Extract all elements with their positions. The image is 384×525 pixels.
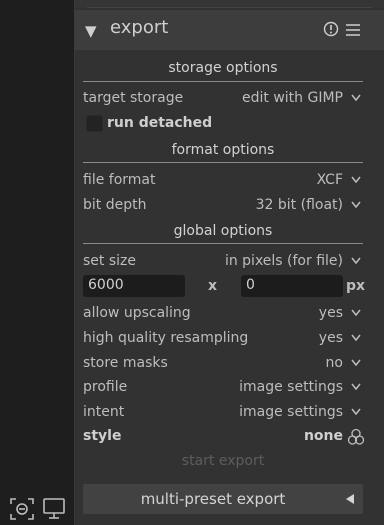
chevron-down-icon xyxy=(351,201,361,209)
height-input[interactable]: 0 xyxy=(241,275,343,297)
triangle-left-icon xyxy=(346,494,354,504)
chevron-down-icon xyxy=(351,94,361,102)
width-value: 6000 xyxy=(88,277,124,293)
divider xyxy=(87,7,372,8)
store-masks-dropdown[interactable]: store masks no xyxy=(83,353,363,375)
chevron-down-icon xyxy=(351,408,361,416)
allow-upscaling-dropdown[interactable]: allow upscaling yes xyxy=(83,303,363,325)
previous-module-edge xyxy=(75,0,384,8)
high-quality-resampling-value: yes xyxy=(318,330,343,346)
set-size-label: set size xyxy=(83,253,136,269)
profile-label: profile xyxy=(83,379,128,395)
bit-depth-label: bit depth xyxy=(83,197,147,213)
set-size-value: in pixels (for file) xyxy=(224,253,343,269)
target-storage-dropdown[interactable]: target storage edit with GIMP xyxy=(83,88,363,110)
style-selector[interactable]: style none xyxy=(83,426,365,448)
intent-dropdown[interactable]: intent image settings xyxy=(83,402,363,424)
chevron-down-icon xyxy=(351,359,361,367)
export-module: ▼ export storage options target storage … xyxy=(75,10,384,525)
focus-peaking-icon[interactable] xyxy=(9,497,35,521)
height-value: 0 xyxy=(246,277,255,293)
size-separator: x xyxy=(208,278,218,294)
styles-icon[interactable] xyxy=(347,428,365,446)
profile-value: image settings xyxy=(239,379,343,395)
chevron-down-icon xyxy=(351,383,361,391)
unit-label: px xyxy=(346,278,366,294)
high-quality-resampling-dropdown[interactable]: high quality resampling yes xyxy=(83,328,363,350)
target-storage-value: edit with GIMP xyxy=(242,90,343,106)
high-quality-resampling-label: high quality resampling xyxy=(83,330,249,346)
style-value: none xyxy=(303,428,343,444)
module-title: export xyxy=(110,17,169,38)
collapse-triangle-icon[interactable]: ▼ xyxy=(85,22,97,40)
run-detached-label: run detached xyxy=(107,115,213,131)
chevron-down-icon xyxy=(351,309,361,317)
multi-preset-export-label: multi-preset export xyxy=(140,490,286,508)
module-header[interactable]: ▼ export xyxy=(75,10,384,50)
bottom-toolbar xyxy=(0,493,75,525)
divider xyxy=(83,243,363,244)
run-detached-checkbox[interactable] xyxy=(86,115,103,132)
allow-upscaling-label: allow upscaling xyxy=(83,305,191,321)
display-icon[interactable] xyxy=(41,497,67,521)
bit-depth-dropdown[interactable]: bit depth 32 bit (float) xyxy=(83,195,363,217)
chevron-down-icon xyxy=(351,176,361,184)
divider xyxy=(83,162,363,163)
global-options-title: global options xyxy=(173,223,273,239)
divider xyxy=(83,81,363,82)
multi-preset-export-button[interactable]: multi-preset export xyxy=(83,484,363,514)
file-format-label: file format xyxy=(83,172,156,188)
intent-value: image settings xyxy=(239,404,343,420)
chevron-down-icon xyxy=(351,257,361,265)
left-pane xyxy=(0,0,75,525)
bit-depth-value: 32 bit (float) xyxy=(255,197,343,213)
presets-menu-icon[interactable] xyxy=(345,22,361,38)
start-export-button[interactable]: start export xyxy=(83,453,363,469)
store-masks-label: store masks xyxy=(83,355,168,371)
format-options-title: format options xyxy=(171,142,275,158)
file-format-value: XCF xyxy=(316,172,343,188)
profile-dropdown[interactable]: profile image settings xyxy=(83,377,363,399)
file-format-dropdown[interactable]: file format XCF xyxy=(83,170,363,192)
width-input[interactable]: 6000 xyxy=(83,275,185,297)
run-detached-toggle[interactable]: run detached xyxy=(83,113,363,135)
intent-label: intent xyxy=(83,404,125,420)
set-size-dropdown[interactable]: set size in pixels (for file) xyxy=(83,251,363,273)
allow-upscaling-value: yes xyxy=(318,305,343,321)
storage-options-title: storage options xyxy=(168,60,278,76)
store-masks-value: no xyxy=(325,355,343,371)
style-label: style xyxy=(83,428,122,444)
info-icon[interactable] xyxy=(323,21,339,37)
chevron-down-icon xyxy=(351,334,361,342)
target-storage-label: target storage xyxy=(83,90,184,106)
